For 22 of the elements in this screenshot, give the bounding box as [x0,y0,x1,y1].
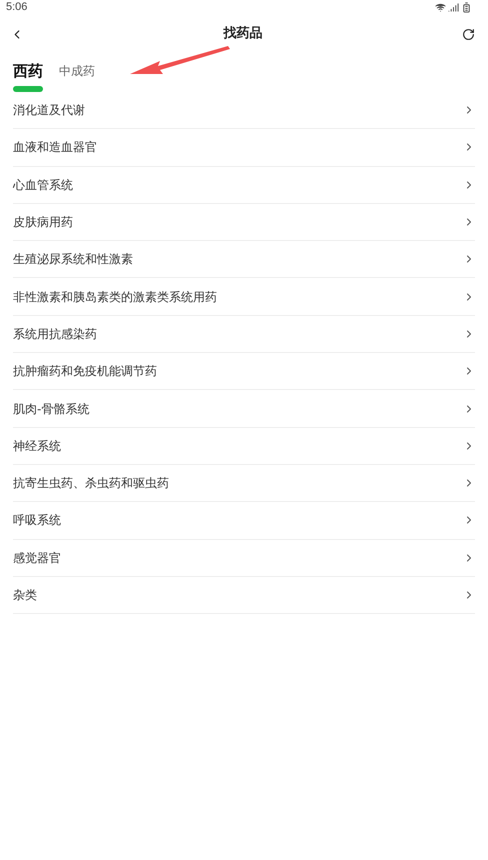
page-title: 找药品 [224,25,262,44]
category-tab[interactable]: 西药 [13,61,43,92]
category-row[interactable]: 杂类 [13,576,475,614]
category-row[interactable]: 生殖泌尿系统和性激素 [13,241,475,278]
category-row[interactable]: 抗肿瘤药和免疫机能调节药 [13,353,475,390]
category-row[interactable]: 呼吸系统 [13,502,475,540]
category-row[interactable]: 非性激素和胰岛素类的激素类系统用药 [13,278,475,316]
category-row[interactable]: 神经系统 [13,428,475,465]
category-row[interactable]: 肌肉-骨骼系统 [13,390,475,428]
category-row[interactable]: 皮肤病用药 [13,204,475,242]
category-row[interactable]: 消化道及代谢 [13,92,475,130]
category-row[interactable]: 感觉器官 [13,540,475,577]
category-tab[interactable]: 中成药 [59,61,95,92]
battery-icon [461,2,472,12]
refresh-icon [462,28,475,40]
category-row[interactable]: 抗寄生虫药、杀虫药和驱虫药 [13,464,475,502]
signal-icon [448,2,459,12]
category-row[interactable]: 系统用抗感染药 [13,316,475,354]
category-row[interactable]: 血液和造血器官 [13,129,475,167]
status-time: 5:06 [6,0,28,15]
category-row[interactable]: 心血管系统 [13,166,475,204]
wifi-icon [435,2,446,12]
